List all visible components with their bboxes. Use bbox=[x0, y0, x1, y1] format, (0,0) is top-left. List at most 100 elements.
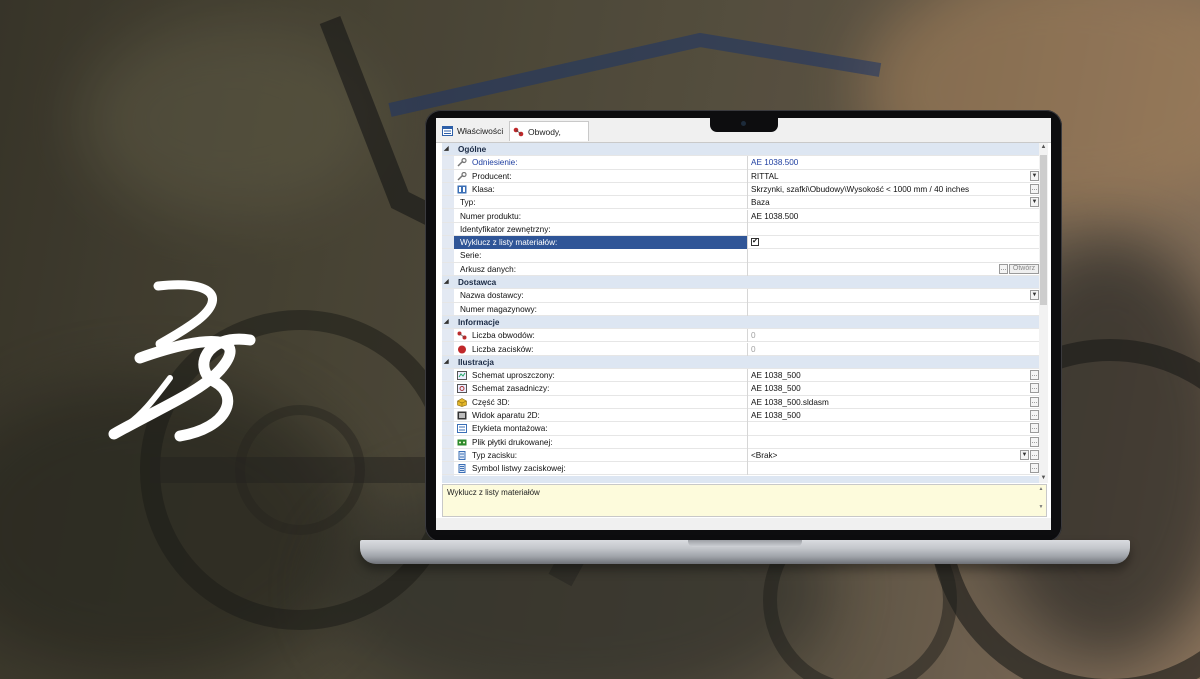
description-scrollbar[interactable]: ▲ ▼ bbox=[1037, 486, 1045, 515]
property-row-mounting-label[interactable]: Etykieta montażowa: … bbox=[442, 422, 1039, 436]
property-label: Serie: bbox=[454, 249, 748, 263]
collapse-icon[interactable]: ◢ bbox=[444, 316, 449, 329]
property-row-circuit-count: Liczba obwodów: 0 bbox=[442, 329, 1039, 343]
property-label: Numer produktu: bbox=[454, 209, 748, 223]
description-text: Wyklucz z listy materiałów bbox=[447, 488, 540, 497]
property-label: Identyfikator zewnętrzny: bbox=[454, 222, 748, 237]
property-row-terminal-type[interactable]: Typ zacisku: <Brak> ▼ … bbox=[442, 448, 1039, 463]
scrollbar-thumb[interactable] bbox=[1040, 155, 1047, 305]
category-general[interactable]: ◢ Ogólne bbox=[442, 143, 1039, 157]
collapse-icon[interactable]: ◢ bbox=[444, 356, 449, 369]
browse-button[interactable]: … bbox=[999, 263, 1008, 274]
property-row-supplier-name[interactable]: Nazwa dostawcy: ▼ bbox=[442, 289, 1039, 303]
property-row-external-id[interactable]: Identyfikator zewnętrzny: bbox=[442, 222, 1039, 237]
scroll-up-icon[interactable]: ▲ bbox=[1039, 143, 1048, 152]
property-row-stock-number[interactable]: Numer magazynowy: bbox=[442, 302, 1039, 316]
property-label: Nazwa dostawcy: bbox=[454, 289, 748, 303]
property-value[interactable] bbox=[748, 436, 1031, 449]
property-value[interactable]: <Brak> bbox=[748, 449, 1031, 462]
property-value[interactable]: AE 1038_500 bbox=[748, 369, 1031, 382]
property-label: Producent: bbox=[454, 169, 748, 183]
property-value[interactable] bbox=[748, 223, 1031, 236]
browse-button[interactable]: … bbox=[1030, 410, 1039, 420]
property-label: Część 3D: bbox=[454, 395, 748, 409]
collapse-icon[interactable]: ◢ bbox=[444, 276, 449, 289]
property-row-product-number[interactable]: Numer produktu: AE 1038.500 bbox=[442, 209, 1039, 223]
status-strip bbox=[436, 518, 1051, 530]
browse-button[interactable]: … bbox=[1030, 383, 1039, 394]
properties-window: Właściwości Obwody, zaciski ◢ Ogólne Odn… bbox=[436, 118, 1051, 530]
property-row-main-schematic[interactable]: Schemat zasadniczy: AE 1038_500 … bbox=[442, 382, 1039, 396]
3ds-logo bbox=[108, 280, 256, 442]
property-value[interactable] bbox=[748, 249, 1031, 262]
property-row-manufacturer[interactable]: Producent: RITTAL ▼ bbox=[442, 169, 1039, 183]
tab-circuits-terminals[interactable]: Obwody, zaciski bbox=[509, 121, 589, 157]
property-row-pcb-file[interactable]: Plik płytki drukowanej: … bbox=[442, 435, 1039, 449]
category-information[interactable]: ◢ Informacje bbox=[442, 315, 1039, 330]
property-value[interactable]: Baza bbox=[748, 196, 1031, 209]
property-value[interactable]: RITTAL bbox=[748, 170, 1031, 183]
property-label: Arkusz danych: bbox=[454, 262, 748, 276]
property-row-terminal-strip-symbol[interactable]: Symbol listwy zaciskowej: … bbox=[442, 462, 1039, 476]
camera-notch bbox=[710, 118, 778, 132]
property-label: Klasa: bbox=[454, 182, 748, 197]
category-illustration[interactable]: ◢ Ilustracja bbox=[442, 355, 1039, 370]
category-next-partial bbox=[442, 475, 1039, 483]
browse-button[interactable]: … bbox=[1030, 423, 1039, 434]
property-value[interactable] bbox=[748, 462, 1031, 475]
browse-button[interactable]: … bbox=[1030, 370, 1039, 381]
collapse-icon[interactable]: ◢ bbox=[444, 143, 449, 156]
property-value[interactable]: AE 1038.500 bbox=[748, 210, 1031, 223]
browse-button[interactable]: … bbox=[1030, 449, 1039, 460]
category-supplier[interactable]: ◢ Dostawca bbox=[442, 276, 1039, 290]
category-label: Dostawca bbox=[458, 278, 497, 287]
property-row-reference[interactable]: Odniesienie: AE 1038.500 bbox=[442, 156, 1039, 170]
browse-button[interactable]: … bbox=[1030, 436, 1039, 447]
property-value[interactable]: Skrzynki, szafki\Obudowy\Wysokość < 1000… bbox=[748, 183, 1031, 196]
circuit-icon bbox=[513, 127, 524, 137]
property-value[interactable] bbox=[748, 303, 1031, 316]
property-label: Schemat zasadniczy: bbox=[454, 382, 748, 396]
tab-properties[interactable]: Właściwości bbox=[439, 121, 509, 141]
property-value[interactable]: AE 1038_500 bbox=[748, 382, 1031, 395]
property-label: Odniesienie: bbox=[454, 156, 748, 170]
dropdown-arrow-icon[interactable]: ▼ bbox=[1030, 170, 1039, 181]
property-value[interactable] bbox=[748, 289, 1031, 302]
property-row-terminal-count: Liczba zacisków: 0 bbox=[442, 342, 1039, 356]
laptop-base bbox=[360, 540, 1130, 564]
property-row-series[interactable]: Serie: bbox=[442, 249, 1039, 263]
property-value: 0 bbox=[751, 331, 756, 341]
open-datasheet-button[interactable]: Otwórz bbox=[1009, 263, 1039, 274]
dropdown-arrow-icon[interactable]: ▼ bbox=[1020, 449, 1029, 460]
property-row-2d-view[interactable]: Widok aparatu 2D: AE 1038_500 … bbox=[442, 409, 1039, 423]
property-value[interactable] bbox=[748, 422, 1031, 435]
property-row-datasheet[interactable]: Arkusz danych: … Otwórz bbox=[442, 262, 1039, 276]
property-row-simplified-schematic[interactable]: Schemat uproszczony: AE 1038_500 … bbox=[442, 369, 1039, 383]
property-label: Liczba zacisków: bbox=[454, 342, 748, 356]
property-row-type[interactable]: Typ: Baza ▼ bbox=[442, 196, 1039, 210]
checkbox-checked[interactable]: ✔ bbox=[751, 238, 759, 247]
property-value: 0 bbox=[751, 344, 756, 354]
dropdown-arrow-icon[interactable]: ▼ bbox=[1030, 197, 1039, 208]
property-row-3d-part[interactable]: Część 3D: AE 1038_500.sldasm … bbox=[442, 395, 1039, 409]
property-label: Numer magazynowy: bbox=[454, 302, 748, 316]
scroll-down-icon[interactable]: ▼ bbox=[1039, 474, 1048, 483]
property-row-exclude-bom[interactable]: Wyklucz z listy materiałów: ✔ bbox=[442, 236, 1039, 250]
browse-button[interactable]: … bbox=[1030, 396, 1039, 407]
property-value[interactable]: AE 1038_500 bbox=[748, 409, 1031, 422]
property-label: Typ zacisku: bbox=[454, 448, 748, 463]
laptop-display: Właściwości Obwody, zaciski ◢ Ogólne Odn… bbox=[425, 110, 1062, 542]
browse-button[interactable]: … bbox=[1030, 183, 1039, 194]
property-label: Widok aparatu 2D: bbox=[454, 409, 748, 423]
property-value[interactable] bbox=[748, 263, 1031, 276]
tab-properties-label: Właściwości bbox=[457, 126, 504, 136]
property-row-class[interactable]: Klasa: Skrzynki, szafki\Obudowy\Wysokość… bbox=[442, 182, 1039, 197]
dropdown-arrow-icon[interactable]: ▼ bbox=[1030, 290, 1039, 301]
property-value[interactable]: AE 1038_500.sldasm bbox=[748, 396, 1031, 409]
category-label: Informacje bbox=[458, 317, 500, 327]
browse-button[interactable]: … bbox=[1030, 463, 1039, 474]
vertical-scrollbar[interactable]: ▲ ▼ bbox=[1039, 143, 1048, 483]
exclude-bom-checkbox[interactable]: ✔ bbox=[748, 236, 1031, 249]
property-value[interactable]: AE 1038.500 bbox=[748, 156, 1031, 169]
property-label: Typ: bbox=[454, 196, 748, 210]
